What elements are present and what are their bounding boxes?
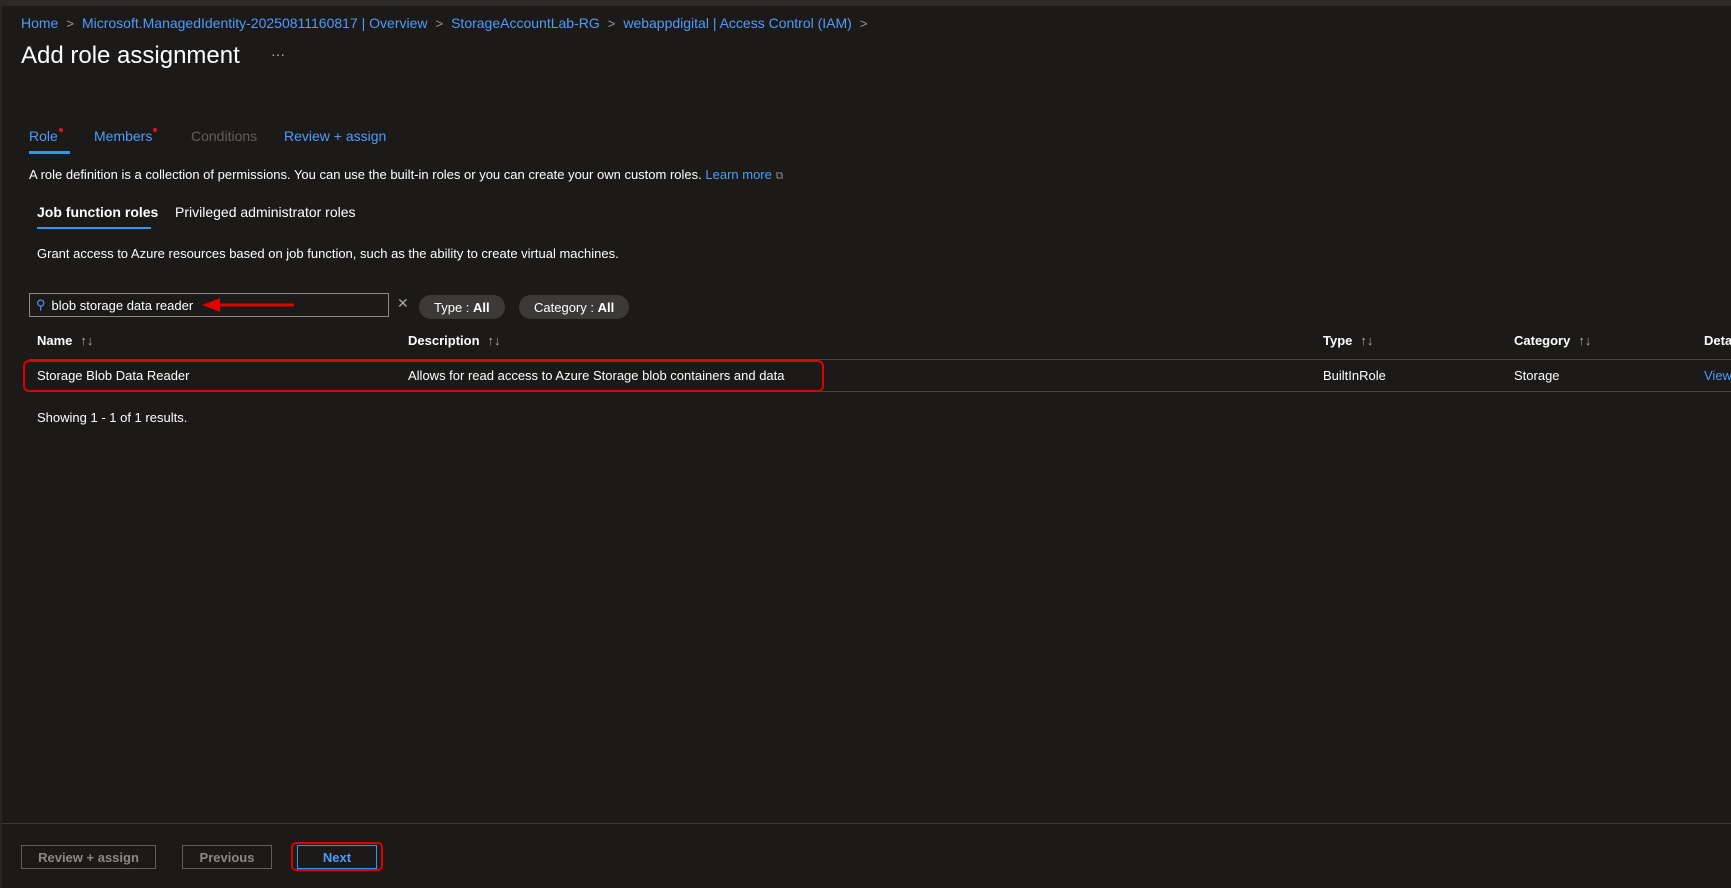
learn-more-link[interactable]: Learn more ⧉ (705, 167, 783, 182)
external-link-icon: ⧉ (775, 170, 784, 182)
column-header-name[interactable]: Name ↑↓ (37, 333, 93, 348)
required-dot-icon (58, 128, 63, 132)
tab-conditions[interactable]: Conditions (191, 128, 257, 144)
footer-divider (2, 823, 1731, 824)
sort-icon[interactable]: ↑↓ (1578, 333, 1591, 348)
column-header-type[interactable]: Type ↑↓ (1323, 333, 1373, 348)
header-label: Description (408, 333, 480, 348)
clear-search-icon[interactable]: ✕ (397, 295, 409, 312)
active-tab-indicator (29, 151, 70, 154)
role-category: Storage (1514, 368, 1560, 383)
next-button[interactable]: Next (297, 845, 377, 869)
subtab-description: Grant access to Azure resources based on… (37, 246, 619, 261)
top-bar (0, 0, 1731, 6)
tab-members[interactable]: Members (94, 128, 158, 144)
category-filter-label: Category : (534, 299, 594, 315)
role-description: A role definition is a collection of per… (29, 167, 783, 183)
view-details-link[interactable]: View (1704, 368, 1731, 383)
type-filter-value: All (473, 299, 490, 315)
page-title: Add role assignment (21, 42, 240, 69)
learn-more-label: Learn more (705, 167, 772, 182)
subtab-privileged[interactable]: Privileged administrator roles (175, 204, 356, 220)
tab-members-label: Members (94, 128, 153, 144)
header-label: Category (1514, 333, 1571, 348)
header-label: Name (37, 333, 73, 348)
breadcrumb-resource-group[interactable]: StorageAccountLab-RG (451, 15, 600, 31)
type-filter-pill[interactable]: Type : All (419, 295, 505, 319)
type-filter-label: Type : (434, 299, 470, 315)
chevron-right-icon: > (435, 15, 444, 31)
column-header-details: Deta (1704, 333, 1731, 348)
sort-icon[interactable]: ↑↓ (488, 333, 501, 348)
required-dot-icon (153, 128, 158, 132)
annotation-highlight (23, 360, 824, 392)
column-header-category[interactable]: Category ↑↓ (1514, 333, 1591, 348)
tab-review-assign[interactable]: Review + assign (284, 128, 386, 144)
breadcrumb-iam[interactable]: webappdigital | Access Control (IAM) (623, 15, 852, 31)
sort-icon[interactable]: ↑↓ (80, 333, 93, 348)
sort-icon[interactable]: ↑↓ (1360, 333, 1373, 348)
category-filter-pill[interactable]: Category : All (519, 295, 630, 319)
breadcrumb: Home > Microsoft.ManagedIdentity-20250811… (21, 15, 867, 31)
tab-role-label: Role (29, 128, 58, 144)
description-text: A role definition is a collection of per… (29, 167, 702, 182)
tab-role[interactable]: Role (29, 128, 63, 144)
column-header-description[interactable]: Description ↑↓ (408, 333, 501, 348)
header-label: Type (1323, 333, 1353, 348)
role-type: BuiltInRole (1323, 368, 1386, 383)
search-icon: ⚲ (36, 297, 46, 312)
subtab-job-function[interactable]: Job function roles (37, 204, 158, 220)
chevron-right-icon: > (607, 15, 616, 31)
category-filter-value: All (597, 299, 615, 315)
annotation-arrow-icon (202, 298, 294, 312)
more-options-button[interactable]: ··· (271, 46, 285, 62)
chevron-right-icon: > (66, 15, 74, 31)
active-subtab-indicator (37, 227, 151, 229)
results-count: Showing 1 - 1 of 1 results. (37, 410, 188, 425)
left-edge (0, 6, 2, 888)
previous-button[interactable]: Previous (182, 845, 272, 869)
breadcrumb-managed-identity[interactable]: Microsoft.ManagedIdentity-20250811160817… (82, 15, 428, 31)
breadcrumb-home[interactable]: Home (21, 15, 58, 31)
review-assign-button[interactable]: Review + assign (21, 845, 156, 869)
chevron-right-icon: > (859, 15, 868, 31)
